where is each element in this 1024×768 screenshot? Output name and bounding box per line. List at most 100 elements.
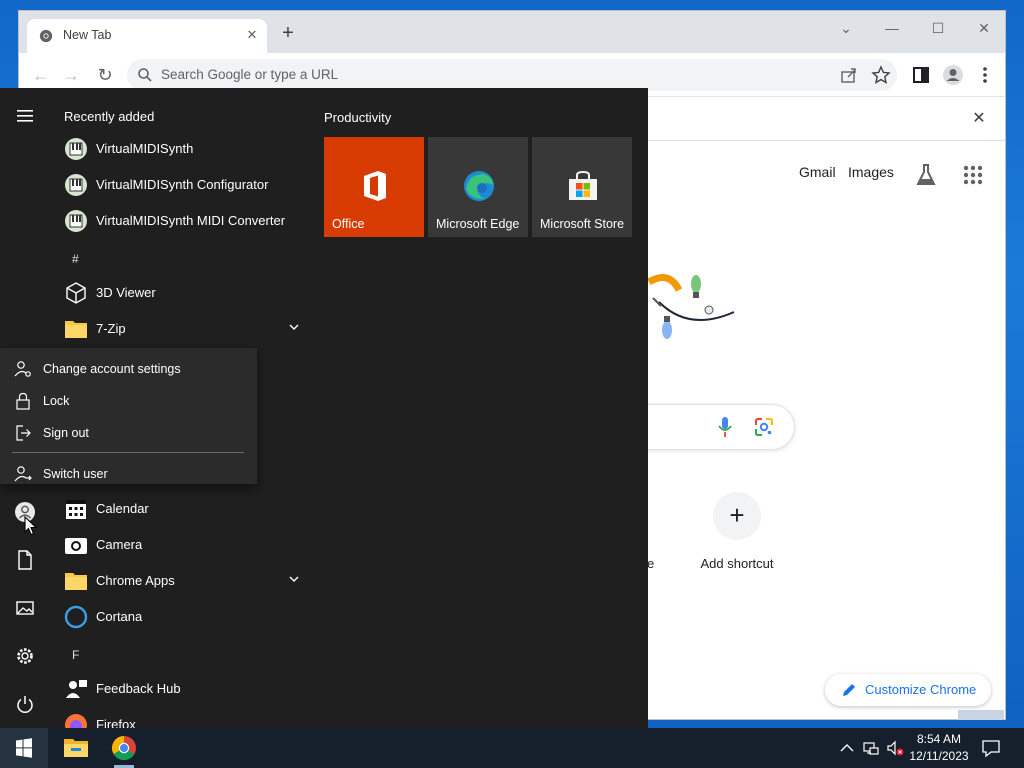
clock-time: 8:54 AM xyxy=(916,732,962,746)
mouse-cursor-icon xyxy=(24,516,38,536)
app-cortana[interactable]: Cortana xyxy=(56,600,306,634)
lock-icon xyxy=(16,392,30,410)
folder-icon xyxy=(65,573,87,590)
partial-shortcut-label: e xyxy=(647,556,655,571)
new-tab-button[interactable]: + xyxy=(277,23,299,45)
app-label: Camera xyxy=(96,537,143,552)
fly-label: Change account settings xyxy=(43,362,181,376)
change-account-settings-item[interactable]: Change account settings xyxy=(0,354,257,384)
app-virtualmidisynth-midi-converter[interactable]: VirtualMIDISynth MIDI Converter xyxy=(56,204,306,238)
tab-title: New Tab xyxy=(63,28,112,42)
images-link[interactable]: Images xyxy=(848,164,894,180)
settings-icon[interactable] xyxy=(13,644,37,668)
app-virtualmidisynth[interactable]: VirtualMIDISynth xyxy=(56,132,306,166)
chrome-favicon-icon xyxy=(39,29,53,43)
start-icon[interactable] xyxy=(0,728,48,768)
address-placeholder: Search Google or type a URL xyxy=(161,67,339,82)
flyout-divider xyxy=(12,452,244,453)
documents-icon[interactable] xyxy=(13,548,37,572)
notification-icon[interactable] xyxy=(980,738,1002,758)
gmail-link[interactable]: Gmail xyxy=(799,164,836,180)
app-camera[interactable]: Camera xyxy=(56,528,306,562)
start-menu: Recently added VirtualMIDISynth VirtualM… xyxy=(0,88,648,728)
sign-out-item[interactable]: Sign out xyxy=(0,418,257,448)
add-shortcut-label[interactable]: Add shortcut xyxy=(681,556,793,571)
letter-heading-hash[interactable]: # xyxy=(72,252,79,266)
clock-date: 12/11/2023 xyxy=(909,749,969,763)
taskbar-clock[interactable]: 8:54 AM 12/11/2023 xyxy=(904,731,974,765)
app-virtualmidisynth-configurator[interactable]: VirtualMIDISynth Configurator xyxy=(56,168,306,202)
switch-user-item[interactable]: Switch user xyxy=(0,459,257,489)
tab-new-tab[interactable]: New Tab ✕ xyxy=(27,19,267,53)
chevron-down-icon[interactable] xyxy=(288,321,300,333)
background-window-edge xyxy=(958,710,1004,720)
add-shortcut-button[interactable]: + xyxy=(713,492,761,540)
letter-heading-f[interactable]: F xyxy=(72,648,79,662)
sign-out-icon xyxy=(16,425,31,441)
minimize-button[interactable]: — xyxy=(869,15,915,41)
volume-muted-icon[interactable] xyxy=(886,739,904,757)
tab-strip: New Tab ✕ + ⌄ — ☐ ✕ xyxy=(19,11,1005,53)
tile-label: Office xyxy=(332,217,365,231)
app-label: VirtualMIDISynth xyxy=(96,141,194,156)
reload-button[interactable]: ↻ xyxy=(93,63,117,87)
app-label: Feedback Hub xyxy=(96,681,181,696)
star-icon[interactable] xyxy=(871,65,891,85)
back-button[interactable]: ← xyxy=(29,63,53,87)
app-label: Firefox xyxy=(96,717,136,728)
forward-button[interactable]: → xyxy=(59,63,83,87)
chevron-up-icon[interactable] xyxy=(838,739,856,757)
app-label: 3D Viewer xyxy=(96,285,156,300)
virtualmidisynth-icon xyxy=(65,138,87,160)
camera-icon xyxy=(65,538,87,554)
lock-item[interactable]: Lock xyxy=(0,386,257,416)
cortana-icon xyxy=(64,605,88,629)
google-apps-icon[interactable] xyxy=(962,164,984,186)
app-calendar[interactable]: Calendar xyxy=(56,492,306,526)
network-icon[interactable] xyxy=(862,739,880,757)
infobar-close-icon[interactable]: ✕ xyxy=(969,109,989,129)
switch-user-icon xyxy=(14,466,32,482)
office-tile[interactable]: Office xyxy=(324,137,424,237)
side-panel-icon[interactable] xyxy=(909,63,933,87)
customize-chrome-button[interactable]: Customize Chrome xyxy=(825,674,991,706)
edge-icon xyxy=(464,171,494,201)
app-feedback-hub[interactable]: Feedback Hub xyxy=(56,672,306,706)
office-icon xyxy=(364,171,386,201)
tile-label: Microsoft Store xyxy=(540,217,625,231)
more-icon[interactable] xyxy=(973,63,997,87)
chrome-icon[interactable] xyxy=(100,728,148,768)
labs-flask-icon[interactable] xyxy=(914,162,938,188)
fly-label: Lock xyxy=(43,394,70,408)
address-bar[interactable]: Search Google or type a URL xyxy=(127,59,897,91)
profile-icon[interactable] xyxy=(941,63,965,87)
store-icon xyxy=(569,170,597,200)
app-label: VirtualMIDISynth MIDI Converter xyxy=(96,213,286,228)
app-label: VirtualMIDISynth Configurator xyxy=(96,177,269,192)
virtualmidisynth-icon xyxy=(65,210,87,232)
pencil-icon xyxy=(843,684,855,696)
voice-search-icon[interactable] xyxy=(717,416,733,438)
app-3d-viewer[interactable]: 3D Viewer xyxy=(56,276,306,310)
maximize-button[interactable]: ☐ xyxy=(915,15,961,41)
pictures-icon[interactable] xyxy=(13,596,37,620)
hamburger-icon[interactable] xyxy=(13,107,37,125)
account-settings-icon xyxy=(14,361,31,377)
file-explorer-icon[interactable] xyxy=(52,728,100,768)
google-lens-icon[interactable] xyxy=(754,417,774,437)
app-chrome-apps[interactable]: Chrome Apps xyxy=(56,564,306,598)
chevron-down-icon[interactable] xyxy=(288,573,300,585)
power-icon[interactable] xyxy=(13,692,37,716)
app-firefox[interactable]: Firefox xyxy=(56,708,306,728)
fly-label: Sign out xyxy=(43,426,89,440)
edge-tile[interactable]: Microsoft Edge xyxy=(428,137,528,237)
virtualmidisynth-icon xyxy=(65,174,87,196)
close-window-button[interactable]: ✕ xyxy=(961,15,1005,41)
share-icon[interactable] xyxy=(839,65,859,85)
app-label: 7-Zip xyxy=(96,321,126,336)
tab-search-icon[interactable]: ⌄ xyxy=(823,15,869,41)
app-7-zip[interactable]: 7-Zip xyxy=(56,312,306,346)
store-tile[interactable]: Microsoft Store xyxy=(532,137,632,237)
google-doodle-image[interactable] xyxy=(639,262,749,352)
tab-close-icon[interactable]: ✕ xyxy=(243,26,261,44)
